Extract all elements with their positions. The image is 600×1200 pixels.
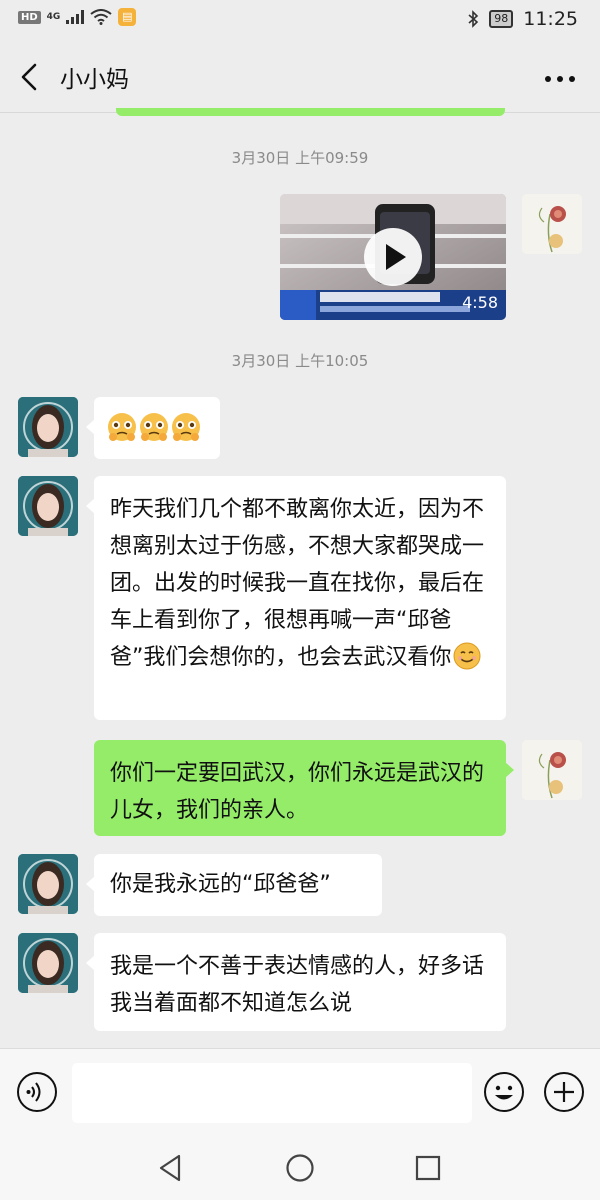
my-avatar[interactable] xyxy=(522,194,582,254)
system-nav-bar xyxy=(0,1138,600,1200)
message-bubble[interactable] xyxy=(86,397,220,459)
previous-message-bubble[interactable] xyxy=(116,108,505,116)
message-bubble[interactable]: 我是一个不善于表达情感的人，好多话我当着面都不知道怎么说 xyxy=(86,933,506,1031)
timestamp: 3月30日 上午09:59 xyxy=(231,149,369,167)
hd-badge: HD xyxy=(18,10,41,24)
nav-home-icon[interactable] xyxy=(284,1152,316,1184)
message-bubble-sent[interactable]: 你们一定要回武汉，你们永远是武汉的儿女，我们的亲人。 xyxy=(94,740,514,836)
chat-header: 小小妈 xyxy=(0,40,600,113)
message-bubble[interactable]: 昨天我们几个都不敢离你太近，因为不想离别太过于伤感，不想大家都哭成一团。出发的时… xyxy=(86,476,506,720)
status-bar: HD 4G ▤ 98 11:25 xyxy=(0,0,600,40)
timestamp: 3月30日 上午10:05 xyxy=(231,352,369,370)
bluetooth-icon xyxy=(468,10,479,28)
notification-icon: ▤ xyxy=(118,8,137,26)
chat-title: 小小妈 xyxy=(60,67,129,93)
message-bubble[interactable]: 你是我永远的“邱爸爸” xyxy=(86,854,382,916)
smiling-face-emoji-icon xyxy=(453,642,481,670)
network-type: 4G xyxy=(46,11,61,22)
contact-avatar[interactable] xyxy=(18,854,78,914)
contact-avatar[interactable] xyxy=(18,933,78,993)
message-text: 你是我永远的“邱爸爸” xyxy=(110,872,331,897)
video-duration: 4:58 xyxy=(462,293,498,312)
plus-icon[interactable] xyxy=(543,1071,585,1113)
message-input[interactable] xyxy=(72,1063,472,1123)
message-text: 你们一定要回武汉，你们永远是武汉的儿女，我们的亲人。 xyxy=(110,761,485,823)
my-avatar[interactable] xyxy=(522,740,582,800)
chevron-left-icon[interactable] xyxy=(14,60,48,94)
message-text: 我是一个不善于表达情感的人，好多话我当着面都不知道怎么说 xyxy=(110,954,485,1016)
video-message[interactable]: 4:58 xyxy=(280,194,506,320)
contact-avatar[interactable] xyxy=(18,397,78,457)
clock: 11:25 xyxy=(523,8,578,30)
more-dots-icon[interactable] xyxy=(540,64,580,94)
voice-icon[interactable] xyxy=(16,1071,58,1113)
signal-icon xyxy=(66,10,85,24)
wifi-icon xyxy=(90,9,112,25)
message-text: 昨天我们几个都不敢离你太近，因为不想离别太过于伤感，不想大家都哭成一团。出发的时… xyxy=(110,497,485,670)
chat-input-bar xyxy=(0,1048,600,1139)
battery-icon: 98 xyxy=(489,10,514,28)
emoji-icon[interactable] xyxy=(483,1071,525,1113)
pleading-face-emoji-icon xyxy=(108,413,200,441)
contact-avatar[interactable] xyxy=(18,476,78,536)
nav-back-icon[interactable] xyxy=(155,1152,187,1184)
nav-recents-icon[interactable] xyxy=(412,1152,444,1184)
